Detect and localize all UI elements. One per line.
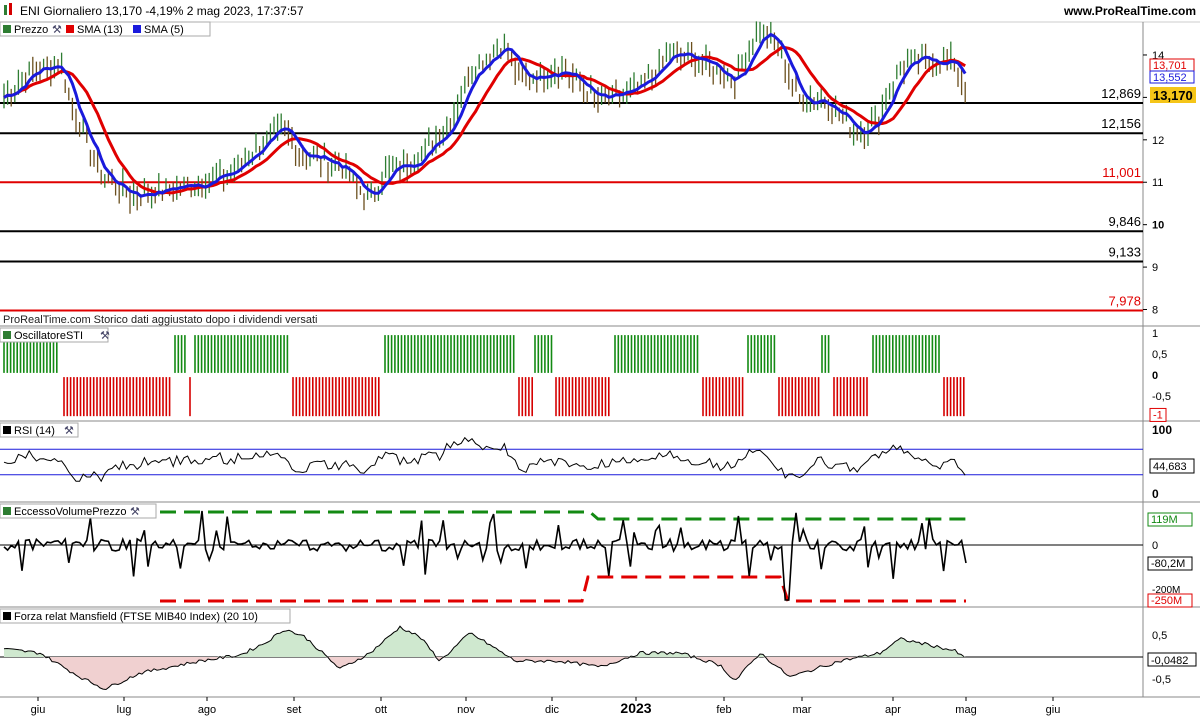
watermark-text: ProRealTime.com Storico dati aggiustato … bbox=[3, 314, 317, 326]
evp-upper-band bbox=[160, 510, 966, 521]
x-tick-label: set bbox=[287, 704, 302, 716]
x-tick-label: mag bbox=[955, 704, 976, 716]
sti-legend-label-0: OscillatoreSTI bbox=[14, 330, 83, 342]
price-legend-label-1: SMA (13) bbox=[77, 24, 123, 36]
evp-tag-value-1: -80,2M bbox=[1151, 558, 1185, 570]
x-tick-label: 2023 bbox=[620, 700, 651, 716]
sti-tick-label: 1 bbox=[1152, 328, 1158, 340]
price-tick-label: 10 bbox=[1152, 220, 1164, 232]
price-legend-label-2: SMA (5) bbox=[144, 24, 184, 36]
sti-tick-label: -0,5 bbox=[1152, 391, 1171, 403]
chart-title: ENI Giornaliero 13,170 -4,19% 2 mag 2023… bbox=[20, 4, 304, 18]
evp-legend-swatch-0 bbox=[3, 507, 11, 515]
hline-label-1: 12,156 bbox=[1101, 116, 1141, 131]
x-tick-label: ago bbox=[198, 704, 216, 716]
price-legend-label-0: Prezzo bbox=[14, 24, 48, 36]
sti-last-value: -1 bbox=[1153, 409, 1163, 421]
evp-tick-label: 0 bbox=[1152, 540, 1158, 552]
site-link[interactable]: www.ProRealTime.com bbox=[1063, 4, 1196, 18]
mansfield-legend-label-0: Forza relat Mansfield (FTSE MIB40 Index)… bbox=[14, 611, 258, 623]
sti-panel bbox=[3, 335, 965, 417]
x-tick-label: nov bbox=[457, 704, 475, 716]
sti-tick-label: 0,5 bbox=[1152, 349, 1167, 361]
sma-tag-value-0: 13,701 bbox=[1153, 60, 1187, 72]
last-price-value: 13,170 bbox=[1153, 88, 1193, 103]
hline-label-2: 11,001 bbox=[1102, 165, 1141, 180]
x-tick-label: ott bbox=[375, 704, 387, 716]
price-tick-label: 8 bbox=[1152, 305, 1158, 317]
chart-canvas: ENI Giornaliero 13,170 -4,19% 2 mag 2023… bbox=[0, 0, 1200, 716]
wrench-icon: ⚒ bbox=[100, 330, 110, 342]
rsi-legend-label-0: RSI (14) bbox=[14, 425, 55, 437]
mansfield-tick-label: -0,5 bbox=[1152, 674, 1171, 686]
x-tick-label: giu bbox=[1046, 704, 1061, 716]
rsi-legend-swatch-0 bbox=[3, 426, 11, 434]
wrench-icon: ⚒ bbox=[64, 425, 74, 437]
wrench-icon: ⚒ bbox=[130, 506, 140, 518]
price-legend-swatch-1 bbox=[66, 25, 74, 33]
price-legend-swatch-2 bbox=[133, 25, 141, 33]
sti-legend-swatch-0 bbox=[3, 331, 11, 339]
price-tick-label: 9 bbox=[1152, 262, 1158, 274]
mansfield-tick-label: 0,5 bbox=[1152, 630, 1167, 642]
evp-panel bbox=[0, 510, 1143, 603]
evp-tag-value-0: 119M bbox=[1151, 514, 1178, 526]
x-tick-label: lug bbox=[117, 704, 132, 716]
mansfield-panel bbox=[0, 625, 1143, 691]
wrench-icon: ⚒ bbox=[52, 24, 62, 36]
hline-label-4: 9,133 bbox=[1108, 244, 1141, 259]
price-tick-label: 11 bbox=[1152, 177, 1163, 189]
x-tick-label: mar bbox=[793, 704, 812, 716]
mansfield-legend-swatch-0 bbox=[3, 612, 11, 620]
rsi-tick-label: 0 bbox=[1152, 487, 1159, 501]
price-legend-swatch-0 bbox=[3, 25, 11, 33]
mansfield-negative-area bbox=[4, 657, 966, 690]
hline-label-5: 7,978 bbox=[1108, 293, 1141, 308]
x-tick-label: feb bbox=[716, 704, 731, 716]
x-tick-label: apr bbox=[885, 704, 901, 716]
price-panel: 12,869 12,156 11,001 9,846 9,133 7,978 bbox=[0, 21, 1143, 312]
header: ENI Giornaliero 13,170 -4,19% 2 mag 2023… bbox=[0, 0, 1200, 23]
rsi-last-value: 44,683 bbox=[1153, 461, 1187, 473]
evp-lower-band bbox=[160, 575, 966, 603]
sma5-line bbox=[3, 32, 967, 198]
hline-label-0: 12,869 bbox=[1101, 86, 1141, 101]
evp-line bbox=[3, 510, 967, 601]
sma-tag-value-1: 13,552 bbox=[1153, 72, 1187, 84]
x-tick-label: giu bbox=[31, 704, 46, 716]
hline-label-3: 9,846 bbox=[1108, 214, 1141, 229]
panel-frames bbox=[0, 22, 1200, 698]
rsi-tick-label: 100 bbox=[1152, 423, 1172, 437]
mansfield-last-value: -0,0482 bbox=[1151, 655, 1188, 667]
x-tick-label: dic bbox=[545, 704, 560, 716]
price-tick-label: 12 bbox=[1152, 135, 1164, 147]
evp-legend-label-0: EccessoVolumePrezzo bbox=[14, 506, 127, 518]
evp-tag-value-2: -250M bbox=[1151, 595, 1182, 607]
rsi-panel bbox=[0, 436, 1143, 483]
sti-tick-label: 0 bbox=[1152, 370, 1158, 382]
